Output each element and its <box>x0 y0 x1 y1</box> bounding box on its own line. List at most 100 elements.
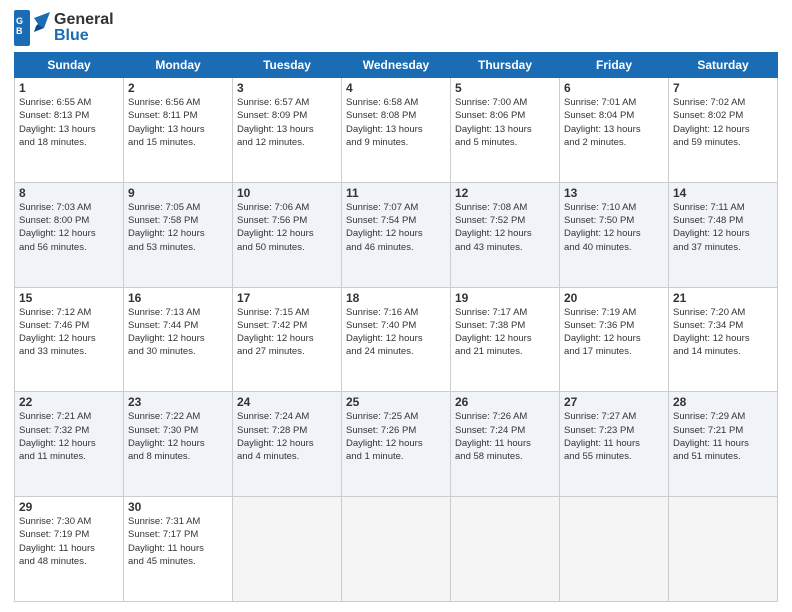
day-number: 30 <box>128 500 228 514</box>
day-number: 18 <box>346 291 446 305</box>
day-number: 26 <box>455 395 555 409</box>
day-info: Sunrise: 6:57 AM Sunset: 8:09 PM Dayligh… <box>237 96 337 149</box>
day-number: 9 <box>128 186 228 200</box>
day-number: 7 <box>673 81 773 95</box>
calendar-week-5: 29Sunrise: 7:30 AM Sunset: 7:19 PM Dayli… <box>15 497 778 602</box>
day-number: 12 <box>455 186 555 200</box>
day-number: 24 <box>237 395 337 409</box>
calendar-cell: 17Sunrise: 7:15 AM Sunset: 7:42 PM Dayli… <box>233 287 342 392</box>
col-sunday: Sunday <box>15 53 124 78</box>
day-info: Sunrise: 7:15 AM Sunset: 7:42 PM Dayligh… <box>237 306 337 359</box>
logo-icon: G B <box>14 10 50 46</box>
day-info: Sunrise: 7:01 AM Sunset: 8:04 PM Dayligh… <box>564 96 664 149</box>
day-info: Sunrise: 7:24 AM Sunset: 7:28 PM Dayligh… <box>237 410 337 463</box>
day-info: Sunrise: 7:12 AM Sunset: 7:46 PM Dayligh… <box>19 306 119 359</box>
col-wednesday: Wednesday <box>342 53 451 78</box>
day-info: Sunrise: 7:05 AM Sunset: 7:58 PM Dayligh… <box>128 201 228 254</box>
calendar-week-2: 8Sunrise: 7:03 AM Sunset: 8:00 PM Daylig… <box>15 182 778 287</box>
day-info: Sunrise: 7:19 AM Sunset: 7:36 PM Dayligh… <box>564 306 664 359</box>
calendar-cell: 19Sunrise: 7:17 AM Sunset: 7:38 PM Dayli… <box>451 287 560 392</box>
day-number: 13 <box>564 186 664 200</box>
day-info: Sunrise: 7:20 AM Sunset: 7:34 PM Dayligh… <box>673 306 773 359</box>
day-number: 1 <box>19 81 119 95</box>
day-info: Sunrise: 7:08 AM Sunset: 7:52 PM Dayligh… <box>455 201 555 254</box>
day-info: Sunrise: 7:00 AM Sunset: 8:06 PM Dayligh… <box>455 96 555 149</box>
day-info: Sunrise: 7:10 AM Sunset: 7:50 PM Dayligh… <box>564 201 664 254</box>
day-info: Sunrise: 7:02 AM Sunset: 8:02 PM Dayligh… <box>673 96 773 149</box>
col-saturday: Saturday <box>669 53 778 78</box>
calendar-cell: 24Sunrise: 7:24 AM Sunset: 7:28 PM Dayli… <box>233 392 342 497</box>
calendar-week-3: 15Sunrise: 7:12 AM Sunset: 7:46 PM Dayli… <box>15 287 778 392</box>
calendar-cell: 5Sunrise: 7:00 AM Sunset: 8:06 PM Daylig… <box>451 78 560 183</box>
col-tuesday: Tuesday <box>233 53 342 78</box>
calendar-cell <box>669 497 778 602</box>
day-info: Sunrise: 7:29 AM Sunset: 7:21 PM Dayligh… <box>673 410 773 463</box>
calendar-cell: 28Sunrise: 7:29 AM Sunset: 7:21 PM Dayli… <box>669 392 778 497</box>
calendar-cell: 11Sunrise: 7:07 AM Sunset: 7:54 PM Dayli… <box>342 182 451 287</box>
calendar-cell: 10Sunrise: 7:06 AM Sunset: 7:56 PM Dayli… <box>233 182 342 287</box>
logo-general: General <box>54 11 114 28</box>
calendar-week-1: 1Sunrise: 6:55 AM Sunset: 8:13 PM Daylig… <box>15 78 778 183</box>
calendar-cell: 4Sunrise: 6:58 AM Sunset: 8:08 PM Daylig… <box>342 78 451 183</box>
day-info: Sunrise: 7:13 AM Sunset: 7:44 PM Dayligh… <box>128 306 228 359</box>
day-info: Sunrise: 7:26 AM Sunset: 7:24 PM Dayligh… <box>455 410 555 463</box>
day-number: 2 <box>128 81 228 95</box>
col-thursday: Thursday <box>451 53 560 78</box>
calendar-cell: 27Sunrise: 7:27 AM Sunset: 7:23 PM Dayli… <box>560 392 669 497</box>
logo: G B General Blue <box>14 10 114 46</box>
day-info: Sunrise: 7:21 AM Sunset: 7:32 PM Dayligh… <box>19 410 119 463</box>
calendar-cell: 13Sunrise: 7:10 AM Sunset: 7:50 PM Dayli… <box>560 182 669 287</box>
day-number: 23 <box>128 395 228 409</box>
day-number: 14 <box>673 186 773 200</box>
day-number: 28 <box>673 395 773 409</box>
day-number: 5 <box>455 81 555 95</box>
day-number: 6 <box>564 81 664 95</box>
svg-text:B: B <box>16 26 23 36</box>
calendar-cell: 22Sunrise: 7:21 AM Sunset: 7:32 PM Dayli… <box>15 392 124 497</box>
calendar: Sunday Monday Tuesday Wednesday Thursday… <box>14 52 778 602</box>
calendar-cell: 2Sunrise: 6:56 AM Sunset: 8:11 PM Daylig… <box>124 78 233 183</box>
day-info: Sunrise: 7:22 AM Sunset: 7:30 PM Dayligh… <box>128 410 228 463</box>
day-number: 8 <box>19 186 119 200</box>
day-info: Sunrise: 6:55 AM Sunset: 8:13 PM Dayligh… <box>19 96 119 149</box>
header: G B General Blue <box>14 10 778 46</box>
day-number: 21 <box>673 291 773 305</box>
calendar-cell <box>560 497 669 602</box>
day-number: 16 <box>128 291 228 305</box>
day-number: 19 <box>455 291 555 305</box>
day-info: Sunrise: 7:30 AM Sunset: 7:19 PM Dayligh… <box>19 515 119 568</box>
weekday-header-row: Sunday Monday Tuesday Wednesday Thursday… <box>15 53 778 78</box>
calendar-cell: 8Sunrise: 7:03 AM Sunset: 8:00 PM Daylig… <box>15 182 124 287</box>
calendar-cell: 21Sunrise: 7:20 AM Sunset: 7:34 PM Dayli… <box>669 287 778 392</box>
calendar-cell <box>342 497 451 602</box>
calendar-cell: 7Sunrise: 7:02 AM Sunset: 8:02 PM Daylig… <box>669 78 778 183</box>
day-info: Sunrise: 7:31 AM Sunset: 7:17 PM Dayligh… <box>128 515 228 568</box>
calendar-week-4: 22Sunrise: 7:21 AM Sunset: 7:32 PM Dayli… <box>15 392 778 497</box>
col-friday: Friday <box>560 53 669 78</box>
day-info: Sunrise: 7:03 AM Sunset: 8:00 PM Dayligh… <box>19 201 119 254</box>
logo-blue: Blue <box>54 27 89 44</box>
calendar-cell: 23Sunrise: 7:22 AM Sunset: 7:30 PM Dayli… <box>124 392 233 497</box>
calendar-cell: 20Sunrise: 7:19 AM Sunset: 7:36 PM Dayli… <box>560 287 669 392</box>
day-number: 15 <box>19 291 119 305</box>
calendar-cell: 15Sunrise: 7:12 AM Sunset: 7:46 PM Dayli… <box>15 287 124 392</box>
page: G B General Blue <box>0 0 792 612</box>
day-number: 25 <box>346 395 446 409</box>
day-number: 27 <box>564 395 664 409</box>
calendar-cell: 1Sunrise: 6:55 AM Sunset: 8:13 PM Daylig… <box>15 78 124 183</box>
calendar-cell <box>233 497 342 602</box>
day-info: Sunrise: 6:56 AM Sunset: 8:11 PM Dayligh… <box>128 96 228 149</box>
day-number: 22 <box>19 395 119 409</box>
day-number: 10 <box>237 186 337 200</box>
day-info: Sunrise: 7:16 AM Sunset: 7:40 PM Dayligh… <box>346 306 446 359</box>
calendar-cell: 16Sunrise: 7:13 AM Sunset: 7:44 PM Dayli… <box>124 287 233 392</box>
col-monday: Monday <box>124 53 233 78</box>
calendar-cell: 3Sunrise: 6:57 AM Sunset: 8:09 PM Daylig… <box>233 78 342 183</box>
day-number: 3 <box>237 81 337 95</box>
calendar-cell: 26Sunrise: 7:26 AM Sunset: 7:24 PM Dayli… <box>451 392 560 497</box>
day-info: Sunrise: 7:27 AM Sunset: 7:23 PM Dayligh… <box>564 410 664 463</box>
calendar-cell: 25Sunrise: 7:25 AM Sunset: 7:26 PM Dayli… <box>342 392 451 497</box>
svg-text:G: G <box>16 16 23 26</box>
calendar-cell <box>451 497 560 602</box>
day-number: 11 <box>346 186 446 200</box>
